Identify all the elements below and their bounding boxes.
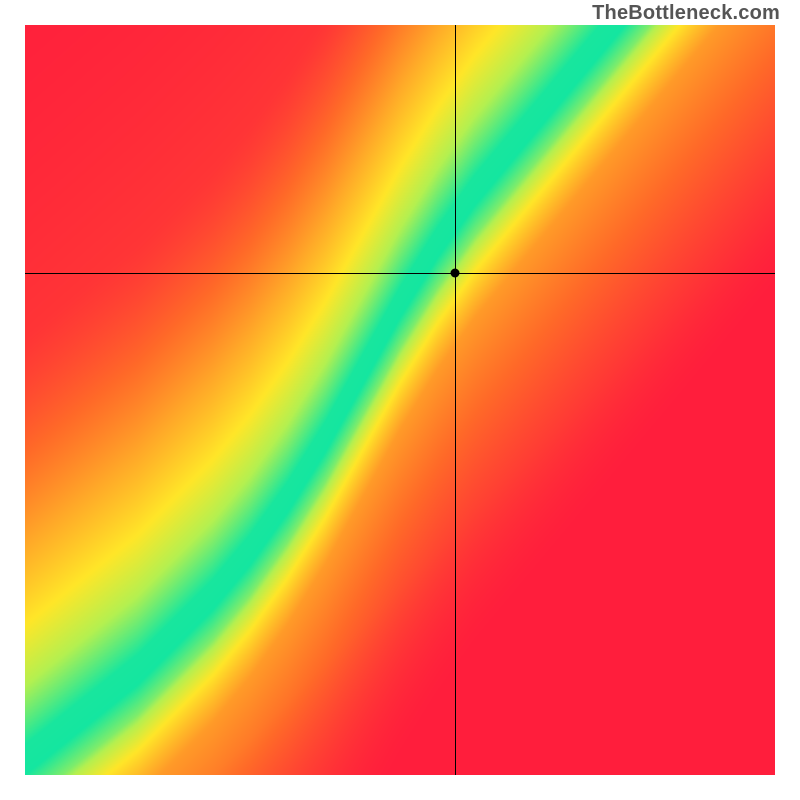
data-point-marker [450, 268, 459, 277]
chart-container: TheBottleneck.com [0, 0, 800, 800]
bottleneck-heatmap [25, 25, 775, 775]
watermark-text: TheBottleneck.com [592, 2, 780, 25]
crosshair-vertical [455, 25, 456, 775]
crosshair-horizontal [25, 273, 775, 274]
